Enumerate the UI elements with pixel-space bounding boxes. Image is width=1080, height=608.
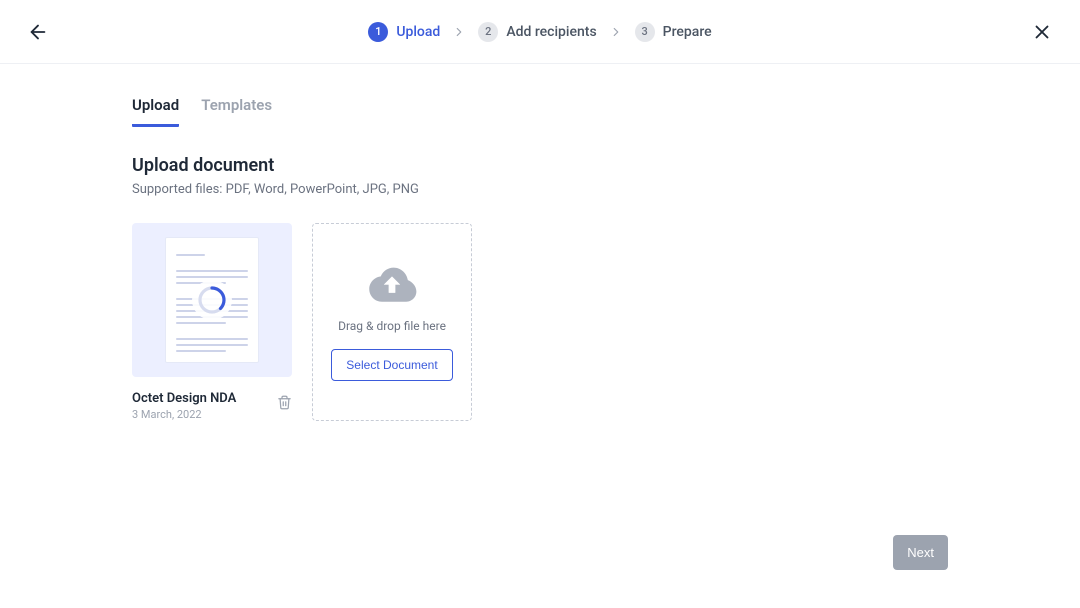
section-subtitle: Supported files: PDF, Word, PowerPoint, … (132, 182, 948, 197)
delete-document-button[interactable] (277, 391, 292, 414)
back-button[interactable] (24, 18, 52, 46)
uploaded-document-card: Octet Design NDA 3 March, 2022 (132, 223, 292, 421)
step-prepare[interactable]: 3 Prepare (635, 22, 712, 42)
step-upload[interactable]: 1 Upload (368, 22, 440, 42)
step-add-recipients[interactable]: 2 Add recipients (478, 22, 596, 42)
section-title: Upload document (132, 155, 948, 176)
spinner-icon (196, 284, 228, 316)
arrow-left-icon (27, 21, 49, 43)
wizard-steps: 1 Upload 2 Add recipients 3 Prepare (368, 22, 711, 42)
step-label: Add recipients (506, 24, 596, 40)
trash-icon (277, 395, 292, 410)
select-document-button[interactable]: Select Document (331, 349, 452, 381)
step-number: 3 (635, 22, 655, 42)
dropzone-text: Drag & drop file here (338, 319, 446, 333)
step-number: 1 (368, 22, 388, 42)
chevron-right-icon (609, 25, 623, 39)
document-thumbnail[interactable] (132, 223, 292, 377)
document-name: Octet Design NDA (132, 391, 236, 406)
dropzone[interactable]: Drag & drop file here Select Document (312, 223, 472, 421)
tabs: Upload Templates (132, 96, 948, 127)
loading-spinner (192, 280, 232, 320)
step-label: Prepare (663, 24, 712, 40)
cloud-upload-icon (366, 263, 418, 303)
step-label: Upload (396, 24, 440, 40)
step-number: 2 (478, 22, 498, 42)
close-button[interactable] (1028, 18, 1056, 46)
chevron-right-icon (452, 25, 466, 39)
document-date: 3 March, 2022 (132, 408, 236, 421)
tab-templates[interactable]: Templates (201, 96, 272, 127)
close-icon (1031, 21, 1053, 43)
tab-upload[interactable]: Upload (132, 96, 179, 127)
next-button[interactable]: Next (893, 535, 948, 570)
